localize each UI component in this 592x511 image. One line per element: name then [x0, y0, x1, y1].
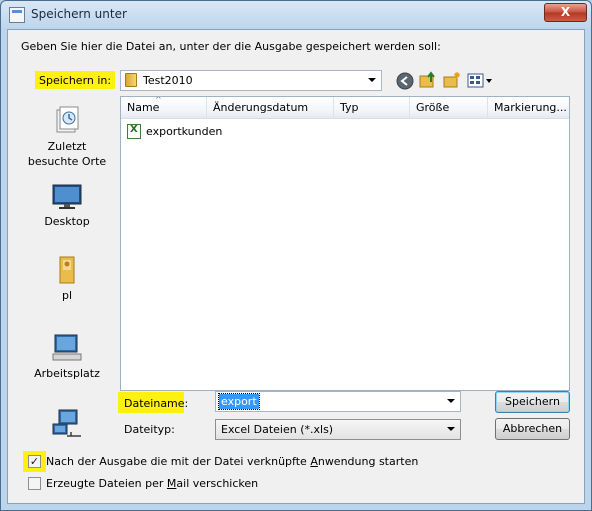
back-icon[interactable] [396, 72, 414, 90]
column-tags[interactable]: Markierung... [488, 97, 569, 119]
open-after-checkbox[interactable]: ✓ [28, 455, 41, 468]
column-type[interactable]: Typ [334, 97, 410, 119]
mail-checkbox[interactable] [28, 477, 41, 490]
save-in-value: Test2010 [143, 74, 193, 87]
place-user[interactable]: pl [21, 254, 113, 302]
user-folder-icon [59, 256, 75, 284]
up-folder-icon[interactable] [419, 71, 437, 89]
network-icon [52, 409, 81, 437]
sort-ascending-icon: ^ [155, 97, 162, 104]
place-network[interactable] [21, 408, 113, 440]
place-recent[interactable]: Zuletzt besuchte Orte [21, 104, 113, 169]
column-date[interactable]: Änderungsdatum [207, 97, 334, 119]
filetype-dropdown[interactable]: Excel Dateien (*.xls) [215, 419, 461, 440]
dialog-icon [9, 7, 25, 23]
file-list-header: ^ Name Änderungsdatum Typ Größe Markieru… [121, 97, 569, 119]
place-label: Zuletzt besuchte Orte [27, 140, 107, 168]
intro-text: Geben Sie hier die Datei an, unter der d… [21, 40, 441, 53]
place-label: Desktop [44, 215, 90, 228]
cancel-button[interactable]: Abbrechen [495, 418, 570, 440]
file-name: exportkunden [146, 125, 223, 138]
save-in-dropdown[interactable]: Test2010 [120, 70, 382, 91]
column-name[interactable]: ^ Name [121, 97, 207, 119]
place-label: pl [61, 289, 73, 302]
computer-icon [52, 334, 82, 361]
file-list[interactable]: ^ Name Änderungsdatum Typ Größe Markieru… [120, 96, 570, 391]
chevron-down-icon [368, 78, 376, 82]
column-size[interactable]: Größe [410, 97, 488, 119]
recent-places-icon [56, 106, 79, 133]
title-bar[interactable]: Speichern unter X [1, 1, 591, 29]
close-button[interactable]: X [544, 3, 587, 22]
place-computer[interactable]: Arbeitsplatz [21, 332, 113, 380]
place-label: Arbeitsplatz [34, 367, 100, 380]
mail-label[interactable]: Erzeugte Dateien per Mail verschicken [46, 477, 258, 490]
chevron-down-icon[interactable] [447, 399, 455, 403]
desktop-icon [52, 184, 82, 209]
save-as-dialog: Speichern unter X Geben Sie hier die Dat… [0, 0, 592, 511]
chevron-down-icon [447, 427, 455, 431]
filename-value: export [218, 393, 260, 410]
new-folder-icon[interactable] [443, 71, 461, 89]
places-bar: Zuletzt besuchte Orte Desktop pl Arbeits… [21, 94, 113, 452]
open-after-label[interactable]: Nach der Ausgabe die mit der Datei verkn… [46, 455, 418, 468]
save-in-label: Speichern in: [39, 74, 112, 87]
filename-label: Dateiname: [124, 397, 189, 410]
place-desktop[interactable]: Desktop [21, 180, 113, 228]
save-button[interactable]: Speichern [495, 391, 570, 413]
filetype-label: Dateityp: [124, 423, 175, 436]
dialog-title: Speichern unter [31, 7, 127, 21]
dialog-body: Geben Sie hier die Datei an, unter der d… [7, 29, 585, 504]
folder-icon [125, 73, 137, 87]
filename-input[interactable]: export [215, 391, 461, 412]
view-menu-icon[interactable] [467, 72, 493, 90]
filetype-value: Excel Dateien (*.xls) [221, 423, 334, 436]
excel-file-icon [127, 124, 141, 139]
